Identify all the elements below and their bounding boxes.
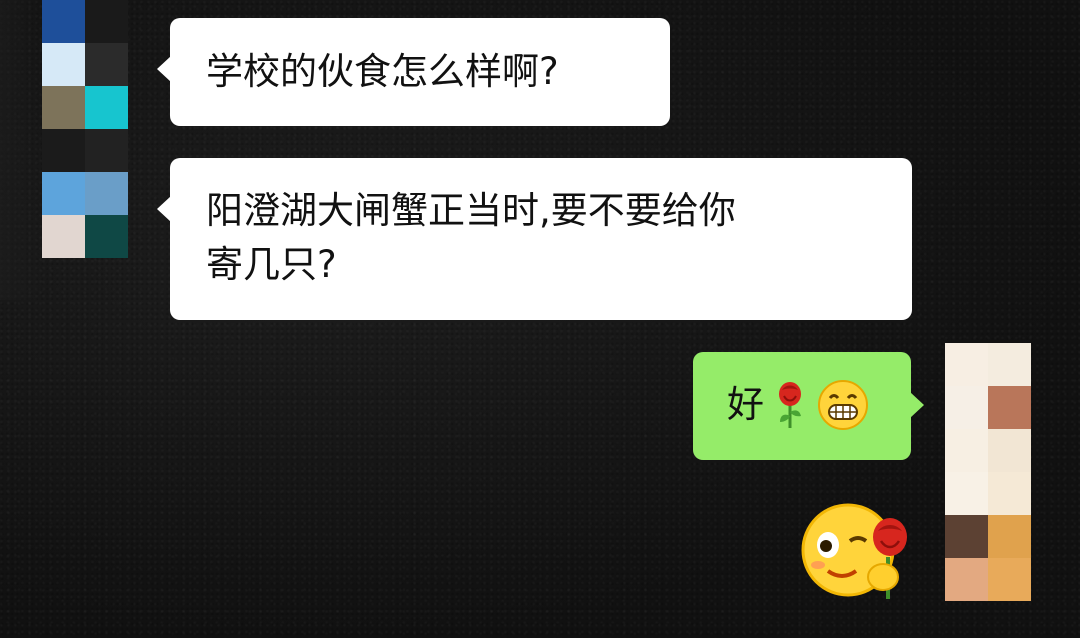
- incoming-message-bubble[interactable]: 阳澄湖大闸蟹正当时,要不要给你 寄几只?: [157, 158, 912, 320]
- message-text: 阳澄湖大闸蟹正当时,要不要给你 寄几只?: [206, 189, 736, 286]
- incoming-message-bubble[interactable]: 学校的伙食怎么样啊?: [157, 18, 670, 126]
- chat-view: 学校的伙食怎么样啊? 阳澄湖大闸蟹正当时,要不要给你 寄几只? 好: [0, 0, 1080, 638]
- grin-emoji-icon: [818, 380, 868, 430]
- outgoing-message-bubble[interactable]: 好: [693, 352, 924, 460]
- rose-emoji-icon: [779, 382, 801, 428]
- avatar-blur-edge: [0, 0, 42, 300]
- wink-smiley-rose-sticker-icon[interactable]: [798, 495, 916, 605]
- message-text: 好: [727, 383, 764, 426]
- message-text: 学校的伙食怎么样啊?: [206, 50, 559, 93]
- my-avatar[interactable]: [945, 343, 1031, 601]
- contact-avatar[interactable]: [42, 0, 128, 258]
